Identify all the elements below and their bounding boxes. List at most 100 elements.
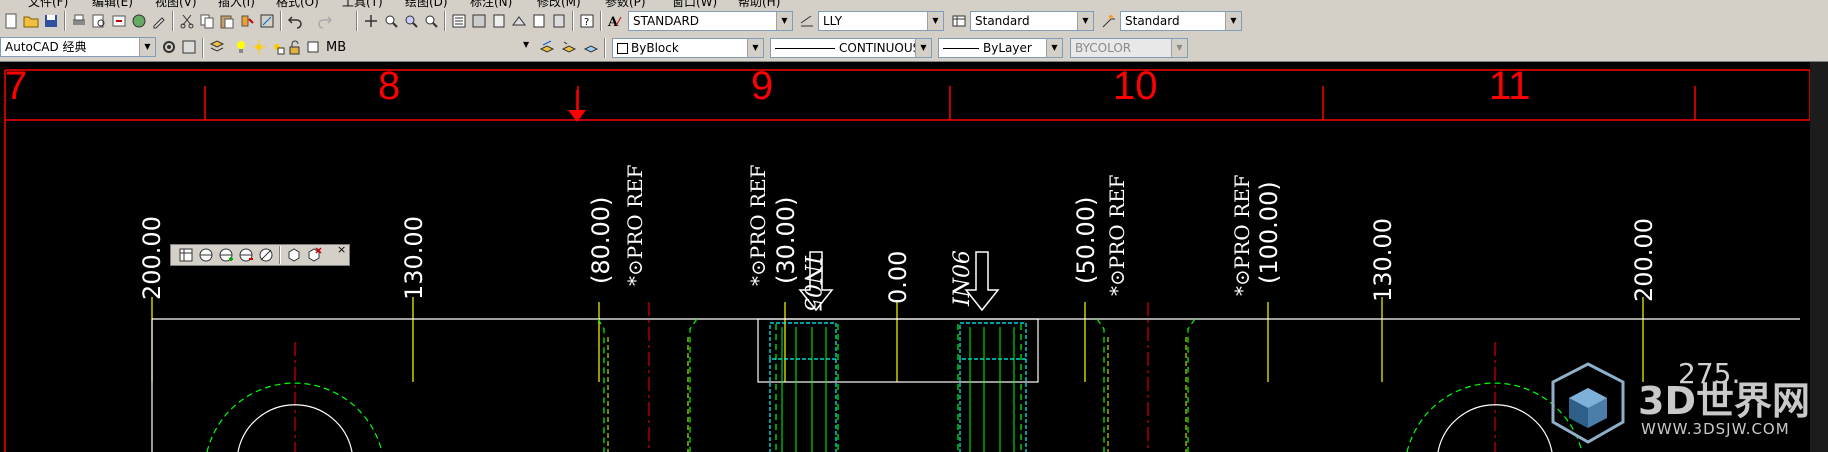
properties-icon[interactable] xyxy=(450,12,468,30)
pin-label: IN06 xyxy=(950,250,975,306)
table-style-value: Standard xyxy=(975,14,1030,28)
multileader-style-icon[interactable] xyxy=(1100,12,1118,30)
menu-view[interactable]: 视图(V) xyxy=(155,0,197,8)
dimension-label: 130.00 xyxy=(1369,218,1397,302)
chevron-down-icon[interactable]: ▼ xyxy=(915,39,931,57)
table-style-select[interactable]: Standard ▼ xyxy=(970,11,1094,31)
zoom-realtime-icon[interactable] xyxy=(382,12,400,30)
layer-states-icon[interactable] xyxy=(582,38,600,56)
standard-toolbar: ? A STANDARD ▼ LLY ▼ Standard ▼ Standard… xyxy=(0,8,1828,35)
separator xyxy=(572,11,574,31)
paste-icon[interactable] xyxy=(218,12,236,30)
chevron-down-icon[interactable]: ▼ xyxy=(927,12,943,30)
menu-dimension[interactable]: 标注(N) xyxy=(470,0,512,8)
zoom-previous-icon[interactable] xyxy=(422,12,440,30)
multileader-style-select[interactable]: Standard ▼ xyxy=(1120,11,1242,31)
view-cube-icon[interactable] xyxy=(285,246,303,264)
separator xyxy=(172,11,174,31)
redo-icon[interactable] xyxy=(316,12,334,30)
color-value: ByBlock xyxy=(631,41,679,55)
open-icon[interactable] xyxy=(22,12,40,30)
block-editor-icon[interactable] xyxy=(258,12,276,30)
dimension-style-select[interactable]: LLY ▼ xyxy=(818,11,944,31)
sheet-set-icon[interactable] xyxy=(510,12,528,30)
print-icon[interactable] xyxy=(70,12,88,30)
view-add-icon[interactable] xyxy=(217,246,235,264)
menu-edit[interactable]: 编辑(E) xyxy=(92,0,133,8)
workspace-select[interactable]: AutoCAD 经典 ▼ xyxy=(0,37,156,57)
layer-manager-icon[interactable] xyxy=(208,38,226,56)
dimension-label: (80.00) xyxy=(587,196,615,284)
table-style-icon[interactable] xyxy=(950,12,968,30)
help-icon[interactable]: ? xyxy=(578,12,596,30)
linetype-control-select[interactable]: CONTINUOUS ▼ xyxy=(770,38,932,58)
view-subtract-icon[interactable] xyxy=(237,246,255,264)
text-style-icon[interactable]: A xyxy=(606,12,624,30)
svg-text:A: A xyxy=(607,15,619,29)
plotstyle-control-select: BYCOLOR ▼ xyxy=(1070,38,1188,58)
dimension-label: 200.00 xyxy=(1630,218,1658,302)
print-preview-icon[interactable] xyxy=(90,12,108,30)
menu-draw[interactable]: 绘图(D) xyxy=(405,0,448,8)
publish-icon[interactable] xyxy=(110,12,128,30)
chevron-down-icon[interactable]: ▼ xyxy=(776,12,792,30)
ruler-number: 7 xyxy=(5,64,28,108)
view-intersect-icon[interactable] xyxy=(257,246,275,264)
menu-parametric[interactable]: 参数(P) xyxy=(605,0,646,8)
dimension-style-icon[interactable] xyxy=(798,12,816,30)
markup-icon[interactable] xyxy=(530,12,548,30)
menu-file[interactable]: 文件(F) xyxy=(28,0,68,8)
lineweight-value: ByLayer xyxy=(983,41,1032,55)
chevron-down-icon[interactable]: ▼ xyxy=(747,39,763,57)
view-sphere-icon[interactable] xyxy=(197,246,215,264)
pan-icon[interactable] xyxy=(362,12,380,30)
pro-ref-label: *⊙PRO REF xyxy=(623,164,647,286)
pro-ref-label: *⊙PRO REF xyxy=(1105,174,1129,296)
lineweight-control-select[interactable]: ByLayer ▼ xyxy=(938,38,1063,58)
edit-icon[interactable] xyxy=(150,12,168,30)
ruler-number: 8 xyxy=(378,64,401,108)
menu-modify[interactable]: 修改(M) xyxy=(537,0,581,8)
save-icon[interactable] xyxy=(42,12,60,30)
menu-tools[interactable]: 工具(T) xyxy=(342,0,383,8)
calculator-icon[interactable] xyxy=(550,12,568,30)
chevron-down-icon[interactable]: ▼ xyxy=(139,38,155,56)
menu-window[interactable]: 窗口(W) xyxy=(672,0,717,8)
chevron-down-icon[interactable]: ▼ xyxy=(1225,12,1241,30)
undo-icon[interactable] xyxy=(286,12,304,30)
copy-icon[interactable] xyxy=(198,12,216,30)
menu-help[interactable]: 帮助(H) xyxy=(738,0,780,8)
dimension-label: (100.00) xyxy=(1255,181,1283,284)
svg-text:?: ? xyxy=(584,17,589,28)
zoom-window-icon[interactable] xyxy=(402,12,420,30)
match-properties-icon[interactable] xyxy=(238,12,256,30)
layer-color-swatch-icon xyxy=(304,38,322,56)
plotstyle-value: BYCOLOR xyxy=(1075,41,1132,55)
tool-palettes-icon[interactable] xyxy=(490,12,508,30)
watermark: 3D世界网 WWW.3DSJW.COM xyxy=(1543,358,1828,452)
workspace-settings-icon[interactable] xyxy=(160,38,178,56)
chevron-down-icon[interactable]: ▼ xyxy=(1077,12,1093,30)
close-icon[interactable]: × xyxy=(337,244,349,256)
dimension-style-value: LLY xyxy=(823,14,843,28)
make-current-layer-icon[interactable] xyxy=(538,38,556,56)
new-icon[interactable] xyxy=(2,12,20,30)
chevron-down-icon[interactable]: ▼ xyxy=(1046,39,1062,57)
chevron-down-icon[interactable]: ▼ xyxy=(523,40,535,49)
view-cube-delete-icon[interactable] xyxy=(305,246,323,264)
workspace-save-icon[interactable] xyxy=(180,38,198,56)
view-top-icon[interactable] xyxy=(177,246,195,264)
text-style-select[interactable]: STANDARD ▼ xyxy=(628,11,793,31)
dimension-label: 0.00 xyxy=(884,250,912,304)
layer-name[interactable]: MB xyxy=(326,40,346,55)
menu-insert[interactable]: 插入(I) xyxy=(218,0,255,8)
separator xyxy=(604,38,606,58)
layer-previous-icon[interactable] xyxy=(560,38,578,56)
color-control-select[interactable]: ByBlock ▼ xyxy=(612,38,764,58)
design-center-icon[interactable] xyxy=(470,12,488,30)
dimension-label: (30.00) xyxy=(772,196,800,284)
menu-format[interactable]: 格式(O) xyxy=(276,0,319,8)
floating-view-toolbar: × xyxy=(170,244,350,266)
cut-icon[interactable] xyxy=(178,12,196,30)
3d-print-icon[interactable] xyxy=(130,12,148,30)
